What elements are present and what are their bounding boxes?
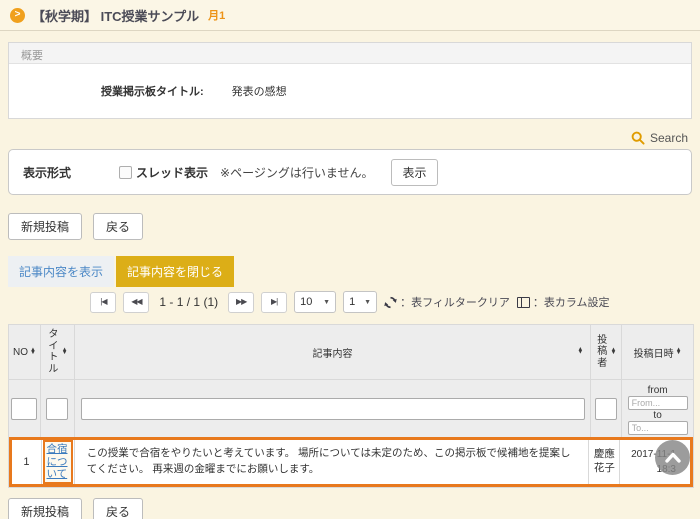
board-title-value: 発表の感想 — [232, 83, 287, 99]
display-format-box: 表示形式 スレッド表示 ※ページングは行いません。 表示 — [8, 149, 692, 195]
new-post-button-top[interactable]: 新規投稿 — [8, 213, 82, 240]
col-header-title[interactable]: タイトル ▲▼ — [41, 325, 75, 379]
last-page-button[interactable]: ▶| — [261, 292, 287, 313]
thread-display-checkbox[interactable] — [119, 166, 132, 179]
sort-icon[interactable]: ▲▼ — [62, 349, 68, 356]
overview-panel-title: 概要 — [9, 43, 691, 64]
sort-icon[interactable]: ▲▼ — [611, 349, 617, 356]
chevron-up-icon — [665, 452, 681, 463]
page-number-select[interactable]: 1▼ — [343, 291, 377, 313]
paging-note: ※ページングは行いません。 — [220, 164, 373, 181]
filter-date-to-input[interactable] — [628, 421, 688, 435]
search-link[interactable]: Search — [0, 130, 688, 146]
filter-no-input[interactable] — [11, 398, 37, 420]
page-title: 【秋学期】 ITC授業サンプル — [32, 6, 199, 25]
filter-date-from-input[interactable] — [628, 396, 688, 410]
articles-table: NO ▲▼ タイトル ▲▼ 記事内容 ▲▼ 投稿者 ▲▼ 投稿日時 ▲▼ fro… — [8, 324, 694, 488]
article-title-link[interactable]: 合宿について — [47, 443, 70, 481]
table-filter-row: from to — [9, 379, 693, 437]
prev-page-button[interactable]: ◀◀ — [123, 292, 149, 313]
page-range-text: 1 - 1 / 1 (1) — [159, 295, 218, 309]
search-label: Search — [650, 131, 688, 145]
sort-icon[interactable]: ▲▼ — [676, 349, 682, 356]
article-content-text: この授業で合宿をやりたいと考えています。 場所については未定のため、この掲示板で… — [75, 440, 590, 484]
column-settings-control[interactable]: ：表カラム設定 — [517, 294, 610, 310]
table-row: 1 合宿について この授業で合宿をやりたいと考えています。 場所については未定の… — [9, 437, 693, 487]
page-size-select[interactable]: 10▼ — [294, 291, 336, 313]
back-button-top[interactable]: 戻る — [93, 213, 143, 240]
columns-icon — [517, 297, 530, 308]
tab-show-article-content[interactable]: 記事内容を表示 — [8, 256, 114, 287]
row-no: 1 — [12, 440, 42, 484]
new-post-button-bottom[interactable]: 新規投稿 — [8, 498, 82, 519]
chevron-right-icon: > — [10, 8, 25, 23]
col-header-author[interactable]: 投稿者 ▲▼ — [591, 325, 622, 379]
pagination-bar: |◀ ◀◀ 1 - 1 / 1 (1) ▶▶ ▶| 10▼ 1▼ ：表フィルター… — [0, 290, 700, 314]
filter-content-input[interactable] — [81, 398, 585, 420]
sort-icon[interactable]: ▲▼ — [577, 349, 583, 356]
tab-hide-article-content[interactable]: 記事内容を閉じる — [116, 256, 234, 287]
article-author: 慶應花子 — [594, 448, 616, 475]
back-button-bottom[interactable]: 戻る — [93, 498, 143, 519]
breadcrumb: > 【秋学期】 ITC授業サンプル 月1 — [0, 0, 700, 31]
board-title-label: 授業掲示板タイトル: — [101, 83, 204, 99]
filter-clear-control[interactable]: ：表フィルタークリア — [384, 294, 510, 310]
next-page-button[interactable]: ▶▶ — [228, 292, 254, 313]
table-header-row: NO ▲▼ タイトル ▲▼ 記事内容 ▲▼ 投稿者 ▲▼ 投稿日時 ▲▼ — [9, 325, 693, 379]
filter-author-input[interactable] — [595, 398, 617, 420]
article-title-highlight-box: 合宿について — [43, 440, 74, 484]
filter-to-label: to — [653, 410, 661, 421]
refresh-icon — [384, 296, 397, 309]
display-format-label: 表示形式 — [23, 164, 119, 181]
filter-title-input[interactable] — [46, 398, 68, 420]
sort-icon[interactable]: ▲▼ — [30, 349, 36, 356]
first-page-button[interactable]: |◀ — [90, 292, 116, 313]
thread-display-label: スレッド表示 — [136, 164, 208, 181]
scroll-to-top-button[interactable] — [655, 440, 690, 475]
magnifier-icon — [631, 131, 645, 145]
show-button[interactable]: 表示 — [391, 159, 437, 186]
overview-panel: 概要 授業掲示板タイトル: 発表の感想 — [8, 42, 692, 119]
col-header-posted-at[interactable]: 投稿日時 ▲▼ — [622, 325, 693, 379]
col-header-content[interactable]: 記事内容 ▲▼ — [75, 325, 591, 379]
col-header-no[interactable]: NO ▲▼ — [9, 325, 41, 379]
course-period-badge: 月1 — [208, 7, 225, 23]
column-settings-label: ：表カラム設定 — [533, 294, 610, 310]
filter-clear-label: ：表フィルタークリア — [400, 294, 510, 310]
filter-from-label: from — [648, 385, 668, 396]
